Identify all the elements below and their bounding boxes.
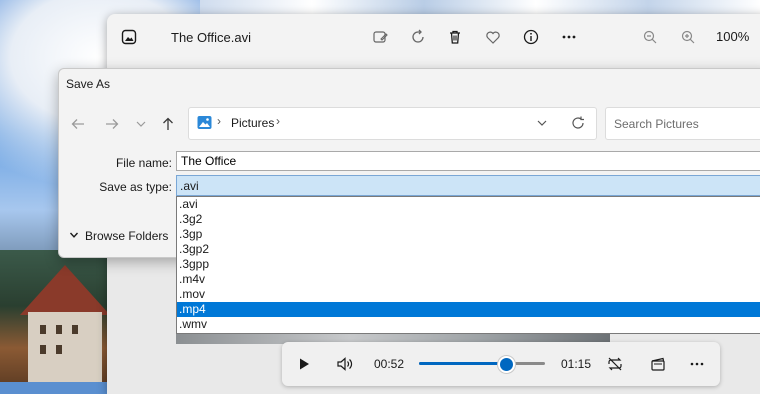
file-name-field[interactable] — [176, 151, 760, 171]
recent-locations-chevron-icon[interactable] — [132, 115, 150, 133]
clip-icon[interactable] — [647, 354, 669, 374]
browse-folders-toggle[interactable]: Browse Folders — [69, 229, 168, 243]
back-arrow-icon[interactable] — [69, 115, 87, 133]
type-option[interactable]: .mov — [177, 287, 760, 302]
refresh-icon[interactable] — [571, 116, 585, 133]
app-toolbar: The Office.avi 100% — [107, 14, 760, 60]
info-icon[interactable] — [521, 27, 541, 47]
breadcrumb-separator-icon: › — [217, 114, 221, 128]
volume-icon[interactable] — [334, 354, 356, 374]
type-option[interactable]: .3gp2 — [177, 242, 760, 257]
type-option[interactable]: .m4v — [177, 272, 760, 287]
current-time: 00:52 — [374, 357, 405, 371]
breadcrumb-pictures[interactable]: Pictures — [231, 116, 274, 130]
seek-bar[interactable] — [419, 356, 545, 373]
save-as-type-select[interactable]: .avi — [176, 175, 760, 196]
favorite-heart-icon[interactable] — [483, 27, 503, 47]
address-history-chevron-icon[interactable] — [536, 117, 548, 132]
save-as-type-value: .avi — [180, 179, 199, 193]
save-as-type-dropdown[interactable]: .avi .3g2.3gp .3gp2.3gpp .m4v .mov .mp4 .wmv — [176, 196, 760, 334]
edit-image-icon[interactable] — [370, 27, 390, 47]
breadcrumb-chevron-icon[interactable]: › — [276, 114, 280, 128]
address-bar[interactable]: › Pictures › — [188, 107, 597, 140]
chevron-down-icon — [69, 229, 79, 243]
dialog-title: Save As — [66, 77, 111, 91]
zoom-in-icon[interactable] — [678, 27, 698, 47]
search-input[interactable] — [612, 114, 760, 134]
play-icon[interactable] — [294, 354, 314, 374]
browse-folders-label: Browse Folders — [85, 229, 169, 243]
delete-icon[interactable] — [445, 27, 465, 47]
rotate-icon[interactable] — [408, 27, 428, 47]
seek-bar-progress — [419, 362, 506, 365]
more-options-icon[interactable] — [687, 354, 707, 374]
total-time: 01:15 — [561, 357, 592, 371]
navigation-bar: › Pictures › — [59, 107, 760, 141]
save-as-type-label: Save as type: — [99, 180, 172, 194]
type-option[interactable]: .3g2 — [177, 212, 760, 227]
type-option[interactable]: .3gp — [177, 227, 760, 242]
type-option[interactable]: .avi — [177, 197, 760, 212]
media-controls: 00:52 01:15 — [282, 342, 720, 386]
type-option[interactable]: .mp4 — [177, 302, 760, 317]
pictures-folder-icon — [197, 115, 212, 133]
zoom-level[interactable]: 100% — [716, 29, 749, 44]
more-icon[interactable] — [559, 27, 579, 47]
type-option[interactable]: .wmv — [177, 317, 760, 332]
type-option[interactable]: .3gpp — [177, 257, 760, 272]
repeat-off-icon[interactable] — [604, 354, 626, 374]
up-arrow-icon[interactable] — [159, 115, 177, 133]
file-name-label: File name: — [115, 156, 172, 170]
forward-arrow-icon[interactable] — [103, 115, 121, 133]
app-title: The Office.avi — [171, 30, 251, 45]
photos-app-icon[interactable] — [119, 27, 139, 47]
seek-thumb[interactable] — [497, 356, 515, 373]
search-box[interactable] — [605, 107, 760, 140]
zoom-out-icon[interactable] — [640, 27, 660, 47]
